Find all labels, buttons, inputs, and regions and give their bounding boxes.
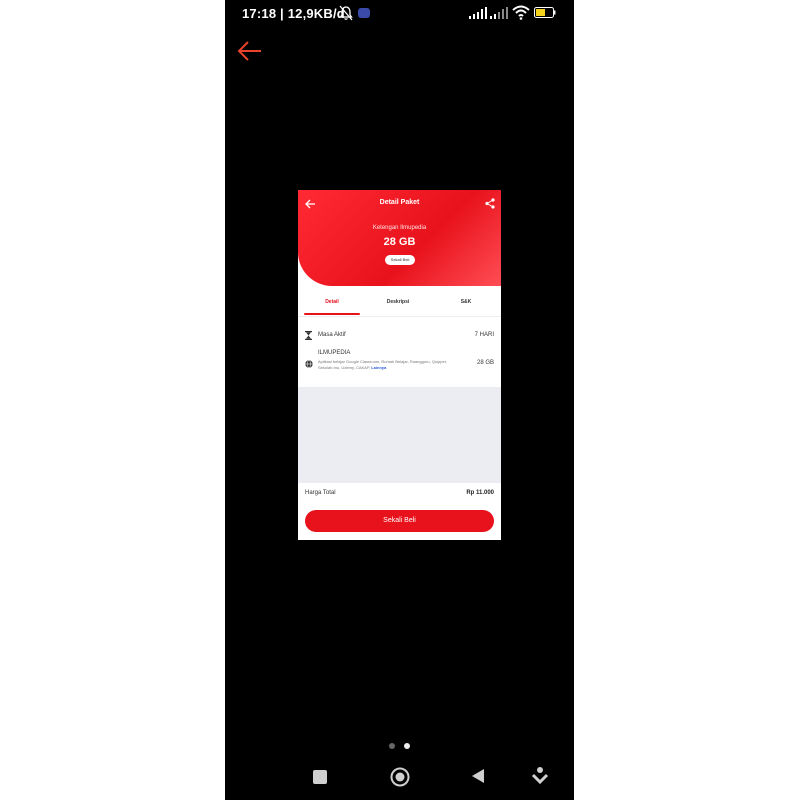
buy-once-button[interactable]: Sekali Beli: [305, 510, 494, 532]
package-header: Detail Paket Ketengan Ilmupedia 28 GB Se…: [298, 190, 501, 286]
globe-icon: [305, 360, 313, 368]
ilmupedia-title: ILMUPEDIA: [318, 350, 351, 356]
package-name: Ketengan Ilmupedia: [372, 225, 427, 231]
active-tab-indicator: [304, 313, 360, 315]
status-bar: 17:18 | 12,9KB/d: [225, 0, 574, 28]
empty-content-area: [298, 387, 501, 483]
nav-home-icon[interactable]: [390, 767, 410, 787]
total-price-value: Rp 11.000: [466, 490, 494, 496]
masa-aktif-value: 7 HARI: [474, 332, 494, 338]
tab-detail[interactable]: Detail: [304, 299, 360, 305]
page-dot-active[interactable]: [404, 743, 410, 749]
app-notification-icon: [358, 8, 370, 18]
detail-row-ilmupedia: ILMUPEDIA Aplikasi belajar Google Classr…: [298, 350, 501, 386]
wifi-icon: [512, 5, 530, 20]
page-dot[interactable]: [389, 743, 395, 749]
status-time: 17:18 | 12,9KB/d: [242, 6, 345, 21]
ilmupedia-quota: 28 GB: [476, 360, 494, 366]
tab-deskripsi[interactable]: Deskripsi: [370, 299, 426, 305]
nav-assist-icon[interactable]: [531, 766, 549, 786]
detail-row-masa-aktif: Masa Aktif 7 HARI: [298, 330, 501, 342]
signal-icon: [490, 7, 508, 19]
nav-recent-icon[interactable]: [313, 770, 327, 784]
masa-aktif-label: Masa Aktif: [318, 332, 346, 338]
purchase-type-badge: Sekali Beli: [385, 255, 415, 265]
nav-back-icon[interactable]: [471, 768, 485, 784]
total-price-label: Harga Total: [305, 490, 336, 496]
back-arrow-icon[interactable]: [237, 40, 263, 62]
tab-bar: Detail Deskripsi S&K: [298, 296, 501, 317]
share-icon[interactable]: [485, 198, 495, 209]
signal-icon: [469, 7, 487, 19]
package-size: 28 GB: [383, 236, 416, 248]
hourglass-icon: [305, 331, 312, 340]
bell-muted-icon: [339, 5, 353, 21]
tab-sk[interactable]: S&K: [438, 299, 494, 305]
phone-screen: 17:18 | 12,9KB/d Detail Paket Ketengan I…: [225, 0, 574, 800]
ilmupedia-description: Aplikasi belajar Google Classroom, Rumah…: [318, 359, 456, 371]
package-detail-screenshot: Detail Paket Ketengan Ilmupedia 28 GB Se…: [298, 190, 501, 540]
more-link[interactable]: Lainnya: [371, 365, 386, 370]
battery-icon: [534, 7, 556, 18]
page-title: Detail Paket: [379, 199, 420, 206]
